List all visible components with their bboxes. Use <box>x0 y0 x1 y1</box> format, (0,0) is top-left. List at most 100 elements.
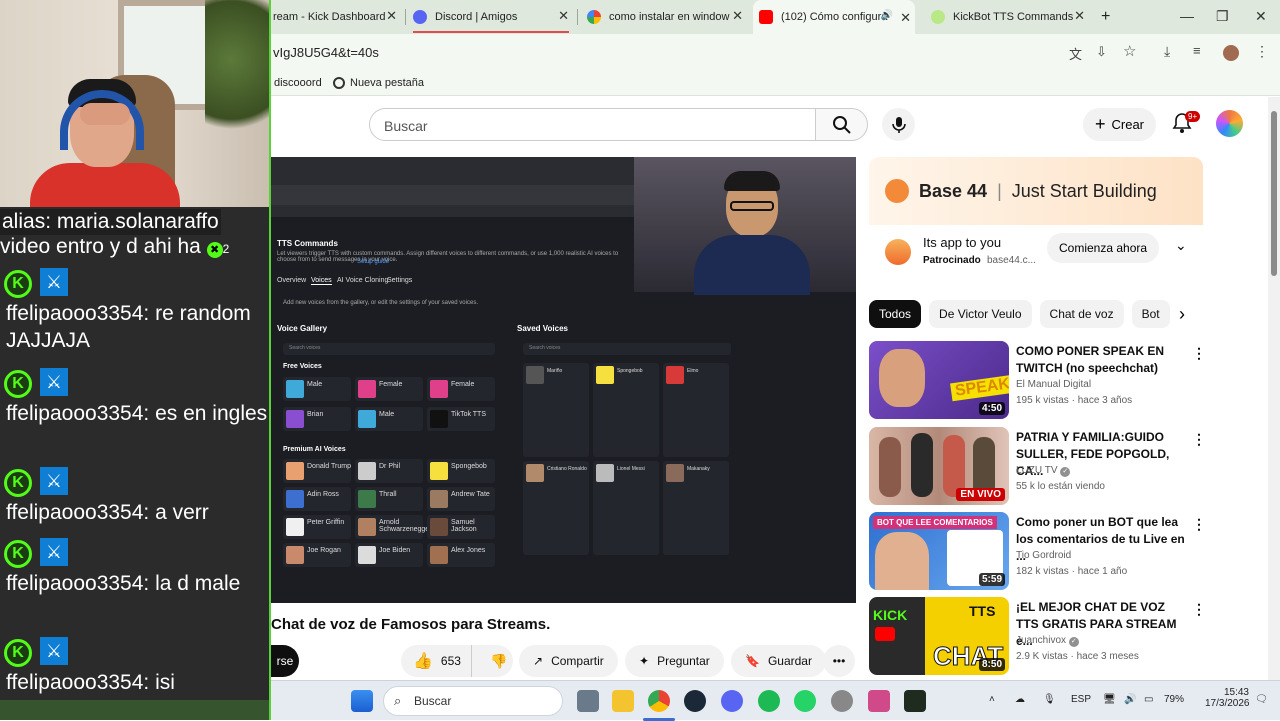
notifications-icon[interactable]: 🗨 <box>1255 694 1268 705</box>
tab-discord[interactable]: Discord | Amigos ✕ <box>413 4 573 30</box>
close-icon[interactable]: ✕ <box>386 8 397 24</box>
chevron-right-icon[interactable]: › <box>1179 304 1185 325</box>
app-icon[interactable] <box>868 690 890 712</box>
video-thumbnail[interactable]: KICK TTS CHAT 8:50 <box>869 597 1009 675</box>
file-explorer-icon[interactable] <box>612 690 634 712</box>
chat-text: es en ingles <box>155 402 268 425</box>
recommended-video[interactable]: EN VIVO PATRIA Y FAMILIA:GUIDO SULLER, F… <box>869 427 1209 507</box>
terminal-icon[interactable] <box>904 690 926 712</box>
ad-cta-button[interactable]: Comienza ahora <box>1047 233 1160 263</box>
video-thumbnail[interactable]: BOT QUE LEE COMENTARIOS 5:59 <box>869 512 1009 590</box>
clock[interactable]: 15:43 17/3/2026 <box>1205 687 1250 709</box>
install-icon[interactable]: ⇩ <box>1096 44 1107 60</box>
search-input[interactable]: Buscar <box>369 108 816 141</box>
translate-icon[interactable]: 文 <box>1069 44 1082 63</box>
speaker-icon[interactable]: 🔊 <box>881 10 893 21</box>
task-view-icon[interactable] <box>577 690 599 712</box>
taskbar-search[interactable]: ⌕ Buscar <box>383 686 563 716</box>
url-field[interactable]: vIgJ8U5G4&t=40s <box>273 45 379 60</box>
close-icon[interactable]: ✕ <box>558 8 569 24</box>
minimize-icon[interactable]: — <box>1180 8 1194 24</box>
microphone-icon[interactable]: 🎙 <box>1043 694 1056 705</box>
restore-icon[interactable]: ❐ <box>1216 8 1229 25</box>
more-icon[interactable]: ⋮ <box>1192 431 1206 448</box>
video-thumbnail[interactable]: SPEAK 4:50 <box>869 341 1009 419</box>
more-actions-button[interactable]: ••• <box>823 645 855 677</box>
chip-chat-de-voz[interactable]: Chat de voz <box>1039 300 1124 328</box>
google-icon <box>587 10 601 24</box>
video-title: Chat de voz de Famosos para Streams. <box>271 616 551 633</box>
steam-icon[interactable] <box>684 690 706 712</box>
verified-icon: ✓ <box>1060 467 1071 477</box>
voice-search-button[interactable] <box>882 108 915 141</box>
user-avatar[interactable] <box>1216 110 1243 137</box>
profile-avatar[interactable] <box>1223 45 1239 61</box>
close-icon[interactable]: ✕ <box>732 8 743 24</box>
new-tab-button[interactable]: + <box>1101 4 1121 30</box>
verified-icon: ✓ <box>1068 637 1079 647</box>
chrome-icon[interactable] <box>648 690 670 712</box>
close-icon[interactable]: ✕ <box>1074 8 1085 24</box>
save-button[interactable]: 🔖 Guardar <box>731 645 826 677</box>
create-button[interactable]: + Crear <box>1083 108 1156 141</box>
kick-badge-icon: K <box>4 469 32 497</box>
chat-alias-line-2: video entro y d ahi ha ✖ 2 <box>0 235 230 258</box>
tab-google-search[interactable]: como instalar en window ✕ <box>587 4 747 30</box>
chip-todos[interactable]: Todos <box>869 300 922 328</box>
windows-start-icon[interactable] <box>351 690 373 712</box>
network-icon[interactable]: 🖥 <box>1103 694 1116 705</box>
recommended-video[interactable]: KICK TTS CHAT 8:50 ¡EL MEJOR CHAT DE VOZ… <box>869 597 1209 677</box>
menu-icon[interactable]: ⋮ <box>1255 43 1269 60</box>
battery-icon[interactable]: ▭ <box>1144 694 1153 705</box>
recommended-video[interactable]: SPEAK 4:50 COMO PONER SPEAK EN TWITCH (n… <box>869 341 1209 421</box>
bookmark-star-icon[interactable]: ☆ <box>1123 42 1136 60</box>
search-button[interactable] <box>816 108 868 141</box>
share-button[interactable]: ↗ Compartir <box>519 645 618 677</box>
ask-button[interactable]: ✦ Preguntar <box>625 645 724 677</box>
channel-name[interactable]: El Manual Digital <box>1016 379 1091 390</box>
sword-badge-icon: ⚔ <box>40 637 68 665</box>
discord-icon[interactable] <box>721 690 743 712</box>
tab-kick-dashboard[interactable]: ream - Kick Dashboard ✕ <box>273 4 401 30</box>
channel-name[interactable]: Juanchivox ✓ <box>1016 635 1079 647</box>
scrollbar-thumb[interactable] <box>1271 111 1277 276</box>
volume-icon[interactable]: 🔊 <box>1124 694 1136 705</box>
whatsapp-icon[interactable] <box>794 690 816 712</box>
channel-name[interactable]: LUZU TV ✓ <box>1016 465 1071 477</box>
recommended-video[interactable]: BOT QUE LEE COMENTARIOS 5:59 Como poner … <box>869 512 1209 592</box>
media-control-icon[interactable]: ≡ <box>1193 43 1201 58</box>
like-button[interactable]: 👍 653 <box>401 645 472 677</box>
more-icon[interactable]: ⋮ <box>1192 345 1206 362</box>
dislike-button[interactable]: 👎 <box>480 645 513 677</box>
spotify-icon[interactable] <box>758 690 780 712</box>
video-title[interactable]: COMO PONER SPEAK EN TWITCH (no speechcha… <box>1016 343 1186 377</box>
video-thumbnail[interactable]: EN VIVO <box>869 427 1009 505</box>
youtube-icon <box>759 10 773 24</box>
page-scrollbar[interactable] <box>1268 97 1280 680</box>
more-icon[interactable]: ⋮ <box>1192 516 1206 533</box>
obs-icon[interactable] <box>831 690 853 712</box>
subscribe-button[interactable]: rse <box>271 645 299 677</box>
onedrive-icon[interactable]: ☁ <box>1015 694 1025 705</box>
download-icon[interactable]: ⤓ <box>1164 43 1170 60</box>
bookmark-new-tab[interactable]: Nueva pestaña <box>333 77 424 89</box>
chip-de-victor[interactable]: De Victor Veulo <box>929 300 1032 328</box>
close-icon[interactable]: ✕ <box>900 10 911 26</box>
close-window-icon[interactable]: ✕ <box>1255 8 1267 25</box>
tab-kickbot[interactable]: KickBot TTS Commands ✕ <box>931 4 1089 30</box>
more-icon[interactable]: ⋮ <box>1192 601 1206 618</box>
video-player[interactable]: TTS Commands Let viewers trigger TTS wit… <box>271 157 856 603</box>
chevron-down-icon[interactable]: ⌄ <box>1175 237 1187 254</box>
tab-youtube[interactable]: (102) Cómo configura 🔊 ✕ <box>753 0 915 34</box>
channel-name[interactable]: Tio Gordroid <box>1016 550 1071 561</box>
ad-banner[interactable]: Base 44 | Just Start Building <box>869 157 1203 225</box>
bookmark-discooord[interactable]: discooord <box>274 77 322 89</box>
chip-bot[interactable]: Bot <box>1131 300 1170 328</box>
discord-icon <box>413 10 427 24</box>
tray-chevron-icon[interactable]: ˄ <box>989 694 995 705</box>
sword-badge-icon: ⚔ <box>40 268 68 296</box>
sword-badge-icon: ⚔ <box>40 368 68 396</box>
sponsored-ad[interactable]: Base 44 | Just Start Building Its app to… <box>869 157 1203 285</box>
emote-icon: ✖ <box>206 242 223 258</box>
language-indicator[interactable]: ESP <box>1071 694 1091 705</box>
